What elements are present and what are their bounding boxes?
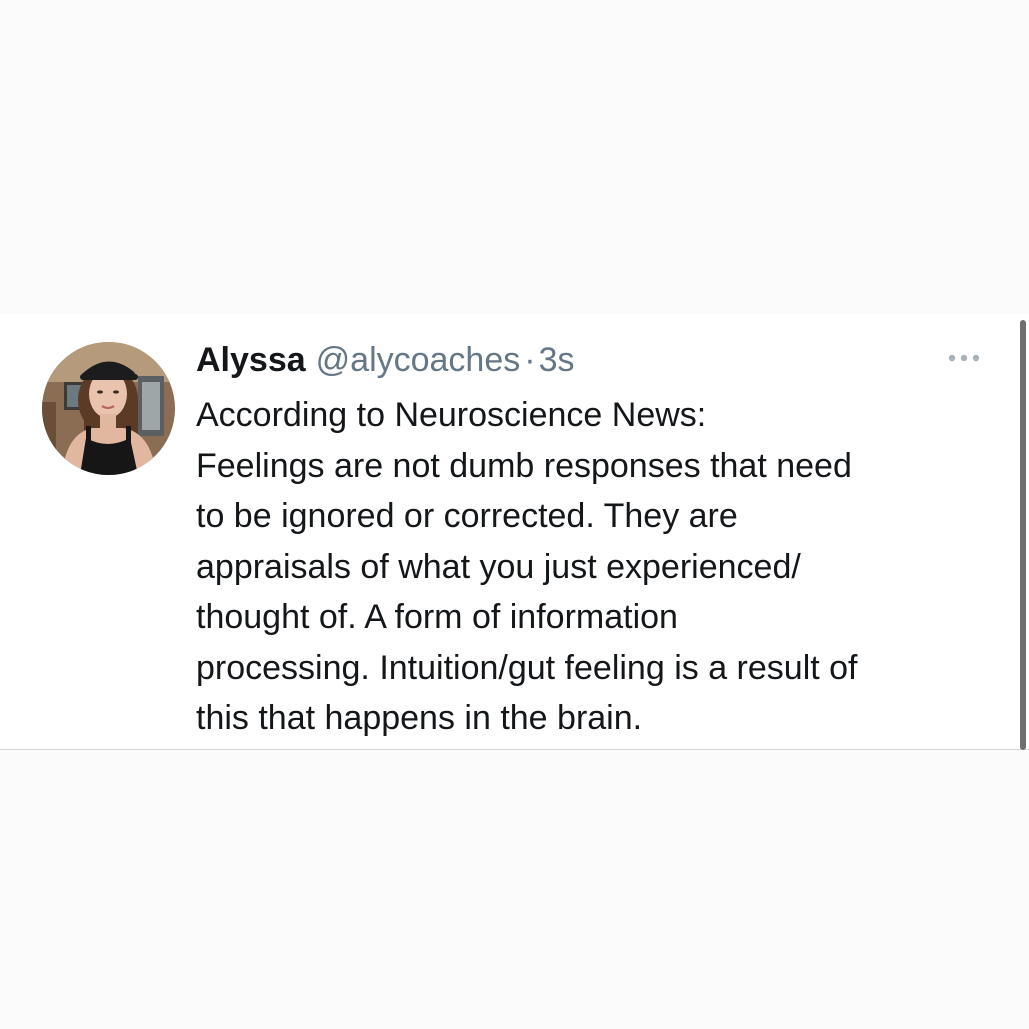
more-horizontal-icon xyxy=(948,354,980,362)
timestamp[interactable]: 3s xyxy=(539,341,575,379)
more-options-button[interactable] xyxy=(944,346,984,370)
tweet-header: Alyssa @alycoaches ·3s xyxy=(196,338,575,382)
user-handle[interactable]: @alycoaches xyxy=(316,341,521,379)
screen: Alyssa @alycoaches ·3s According to Neuros… xyxy=(0,0,1029,1029)
tweet-text-line: Feelings are not dumb responses that nee… xyxy=(196,446,852,485)
separator-dot: · xyxy=(524,341,536,379)
tweet-text: According to Neuroscience News: Feelings… xyxy=(196,390,996,744)
display-name[interactable]: Alyssa xyxy=(196,341,306,379)
scrollbar[interactable] xyxy=(1020,320,1026,750)
tweet-text-line: this that happens in the brain. xyxy=(196,699,643,737)
tweet-text-line: to be ignored or corrected. They are xyxy=(196,497,738,535)
tweet-text-line: thought of. A form of information xyxy=(196,598,678,636)
tweet-card[interactable]: Alyssa @alycoaches ·3s According to Neuros… xyxy=(0,314,1029,750)
avatar[interactable] xyxy=(42,342,175,475)
tweet-text-line: processing. Intuition/gut feeling is a r… xyxy=(196,648,858,687)
tweet-text-line: According to Neuroscience News: xyxy=(196,396,707,434)
tweet-text-line: appraisals of what you just experienced/ xyxy=(196,547,801,586)
avatar-photo xyxy=(42,342,175,475)
